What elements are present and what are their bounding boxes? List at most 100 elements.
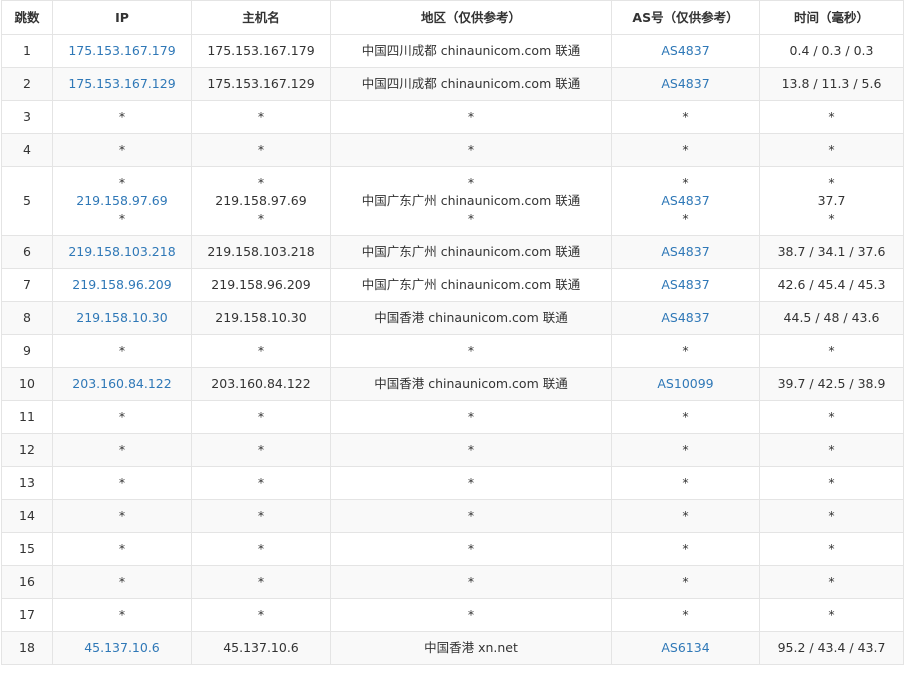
header-as: AS号（仅供参考） (611, 0, 760, 35)
region-cell: * (330, 100, 612, 134)
region-cell: * (330, 499, 612, 533)
hostname-cell: * (191, 532, 331, 566)
ip-link[interactable]: 175.153.167.179 (53, 42, 191, 60)
time-cell: 42.6 / 45.4 / 45.3 (759, 268, 904, 302)
ip-cell: * (52, 133, 192, 167)
hostname-cell: * (191, 133, 331, 167)
ip-link: * (118, 541, 126, 556)
hostname-text: 175.153.167.179 (207, 43, 315, 58)
time-text: 42.6 / 45.4 / 45.3 (777, 277, 886, 292)
hostname-text: * (257, 142, 265, 157)
as-link: * (682, 607, 689, 622)
table-row: 14 * * * * * (1, 499, 904, 533)
hop-cell: 6 (1, 235, 53, 269)
ip-link[interactable]: 45.137.10.6 (53, 639, 191, 657)
as-link[interactable]: AS4837 (612, 276, 759, 294)
as-link[interactable]: AS4837 (612, 75, 759, 93)
hop-cell: 7 (1, 268, 53, 302)
traceroute-table: 跳数 IP 主机名 地区（仅供参考） AS号（仅供参考） 时间（毫秒） 1 175… (1, 0, 904, 665)
as-link[interactable]: AS4837 (612, 243, 759, 261)
hostname-cell: * (191, 100, 331, 134)
region-text: 中国香港 xn.net (424, 640, 518, 655)
as-cell: AS4837 (611, 34, 760, 68)
as-cell: * (611, 133, 760, 167)
hostname-cell: * (191, 565, 331, 599)
hostname-text: * (257, 409, 265, 424)
table-row: 8 219.158.10.30 219.158.10.30 中国香港 chinauni… (1, 301, 904, 335)
table-row: 2 175.153.167.129 175.153.167.129 中国四川成都 ch… (1, 67, 904, 101)
as-cell: * (611, 100, 760, 134)
hostname-text: 219.158.97.69 (215, 193, 307, 208)
ip-cell: * (52, 433, 192, 467)
ip-cell: * (52, 100, 192, 134)
as-cell: AS4837 (611, 235, 760, 269)
time-text: * (828, 175, 835, 190)
as-link: * (682, 541, 689, 556)
time-cell: * (759, 334, 904, 368)
time-text: * (828, 508, 835, 523)
as-link[interactable]: AS4837 (612, 309, 759, 327)
region-text: * (467, 475, 475, 490)
as-link: * (682, 442, 689, 457)
time-text: * (828, 574, 835, 589)
as-link: * (682, 508, 689, 523)
time-text: 38.7 / 34.1 / 37.6 (777, 244, 886, 259)
as-link: * (682, 142, 689, 157)
ip-link[interactable]: 219.158.97.69 (53, 192, 191, 210)
time-cell: * (759, 532, 904, 566)
header-hop: 跳数 (1, 0, 53, 35)
time-text: 95.2 / 43.4 / 43.7 (777, 640, 886, 655)
region-text: * (467, 574, 475, 589)
ip-link[interactable]: 203.160.84.122 (53, 375, 191, 393)
region-cell: 中国香港 chinaunicom.com 联通 (330, 367, 612, 401)
region-cell: * (330, 133, 612, 167)
region-text: * (467, 442, 475, 457)
ip-cell: 219.158.103.218 (52, 235, 192, 269)
ip-link: * (118, 211, 126, 226)
region-cell: * (330, 334, 612, 368)
table-row: 5 * 219.158.97.69 * * 219.158.97.69 * * 中国广东广州 c… (1, 166, 904, 236)
time-text: * (828, 475, 835, 490)
hostname-text: 219.158.10.30 (215, 310, 307, 325)
hop-cell: 4 (1, 133, 53, 167)
as-link[interactable]: AS4837 (612, 42, 759, 60)
hostname-text: * (257, 109, 265, 124)
ip-link[interactable]: 219.158.96.209 (53, 276, 191, 294)
as-link[interactable]: AS6134 (612, 639, 759, 657)
hop-cell: 16 (1, 565, 53, 599)
ip-cell: 219.158.10.30 (52, 301, 192, 335)
ip-link[interactable]: 175.153.167.129 (53, 75, 191, 93)
header-region: 地区（仅供参考） (330, 0, 612, 35)
time-text: * (828, 607, 835, 622)
ip-link[interactable]: 219.158.103.218 (53, 243, 191, 261)
header-time: 时间（毫秒） (759, 0, 904, 35)
region-text: * (467, 343, 475, 358)
ip-link: * (118, 508, 126, 523)
hostname-text: * (257, 211, 265, 226)
ip-link[interactable]: 219.158.10.30 (53, 309, 191, 327)
region-cell: 中国广东广州 chinaunicom.com 联通 (330, 268, 612, 302)
as-link: * (682, 409, 689, 424)
region-text: * (467, 211, 475, 226)
table-row: 7 219.158.96.209 219.158.96.209 中国广东广州 chin… (1, 268, 904, 302)
as-link[interactable]: AS10099 (612, 375, 759, 393)
table-row: 4 * * * * * (1, 133, 904, 167)
hostname-cell: 175.153.167.179 (191, 34, 331, 68)
ip-cell: * (52, 532, 192, 566)
as-cell: * (611, 499, 760, 533)
time-cell: 0.4 / 0.3 / 0.3 (759, 34, 904, 68)
as-link[interactable]: AS4837 (612, 192, 759, 210)
as-cell: AS10099 (611, 367, 760, 401)
ip-cell: * (52, 565, 192, 599)
as-cell: AS6134 (611, 631, 760, 665)
hostname-cell: * (191, 433, 331, 467)
ip-link: * (118, 475, 126, 490)
as-link: * (682, 211, 689, 226)
time-text: 39.7 / 42.5 / 38.9 (777, 376, 886, 391)
ip-cell: * (52, 598, 192, 632)
time-text: 0.4 / 0.3 / 0.3 (789, 43, 874, 58)
region-text: * (467, 175, 475, 190)
as-link: * (682, 109, 689, 124)
time-text: * (828, 211, 835, 226)
hop-cell: 10 (1, 367, 53, 401)
